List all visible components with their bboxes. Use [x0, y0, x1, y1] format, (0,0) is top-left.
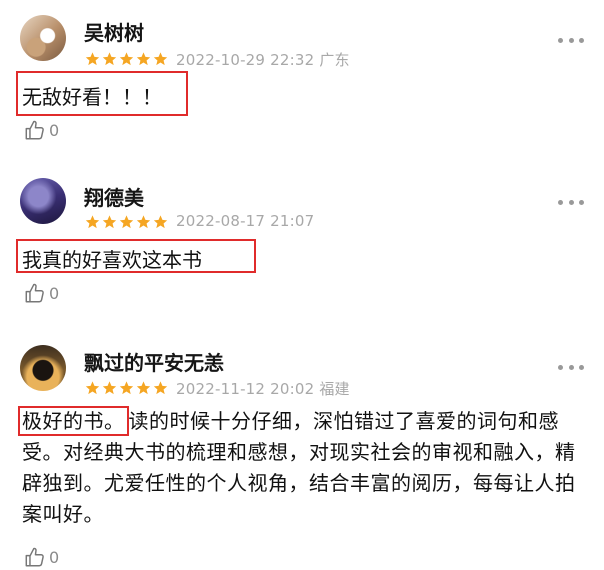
review-datetime: 2022-08-17 21:07: [176, 212, 315, 230]
star-icon: [119, 381, 134, 395]
star-icon: [119, 52, 134, 66]
review-datetime: 2022-10-29 22:32: [176, 51, 315, 69]
avatar[interactable]: [20, 345, 66, 391]
more-options-button[interactable]: [558, 198, 584, 206]
star-rating: [84, 51, 169, 67]
more-dot: [579, 364, 584, 370]
more-dot: [568, 37, 574, 43]
thumbs-up-icon: [25, 283, 44, 303]
username[interactable]: 吴树树: [84, 17, 144, 46]
review-content: 无敌好看！！！: [22, 85, 162, 109]
star-icon: [102, 215, 117, 229]
star-icon: [136, 381, 151, 395]
more-dots-icon: [558, 37, 563, 43]
star-icon: [136, 215, 151, 229]
star-rating: [84, 214, 169, 230]
avatar[interactable]: [20, 15, 66, 61]
like-button[interactable]: 0: [24, 119, 59, 141]
more-dot: [568, 364, 574, 370]
review-content: 我真的好喜欢这本书: [22, 248, 202, 272]
more-dot: [579, 199, 584, 205]
review-datetime: 2022-11-12 20:02: [176, 380, 315, 398]
thumbs-up-icon: [25, 120, 44, 140]
more-options-button[interactable]: [558, 363, 584, 371]
more-dot: [579, 37, 584, 43]
highlighted-text: 极好的书。: [18, 406, 129, 436]
review-meta: 2022-11-12 20:02 福建: [176, 378, 350, 399]
review-location: 广东: [319, 51, 350, 69]
star-icon: [85, 215, 100, 229]
review-meta: 2022-08-17 21:07: [176, 212, 314, 230]
review-meta: 2022-10-29 22:32 广东: [176, 49, 350, 70]
like-count: 0: [49, 547, 60, 567]
like-count: 0: [49, 120, 60, 140]
star-icon: [85, 52, 100, 66]
more-options-button[interactable]: [558, 36, 584, 44]
star-icon: [136, 52, 151, 66]
more-dots-icon: [558, 364, 563, 370]
review-content: 极好的书。 读的时候十分仔细，深怕错过了喜爱的词句和感受。对经典大书的梳理和感想，…: [18, 406, 588, 530]
thumbs-up-icon: [25, 547, 44, 567]
username[interactable]: 飘过的平安无恙: [84, 347, 224, 376]
star-icon: [153, 215, 168, 229]
star-icon: [153, 52, 168, 66]
star-icon: [85, 381, 100, 395]
username[interactable]: 翔德美: [84, 182, 144, 211]
star-rating: [84, 380, 169, 396]
avatar[interactable]: [20, 178, 66, 224]
star-icon: [102, 381, 117, 395]
star-icon: [153, 381, 168, 395]
like-button[interactable]: 0: [24, 546, 59, 568]
star-icon: [119, 215, 134, 229]
like-button[interactable]: 0: [24, 282, 59, 304]
like-count: 0: [49, 283, 60, 303]
more-dots-icon: [558, 199, 563, 205]
review-location: 福建: [319, 380, 350, 398]
star-icon: [102, 52, 117, 66]
more-dot: [568, 199, 574, 205]
